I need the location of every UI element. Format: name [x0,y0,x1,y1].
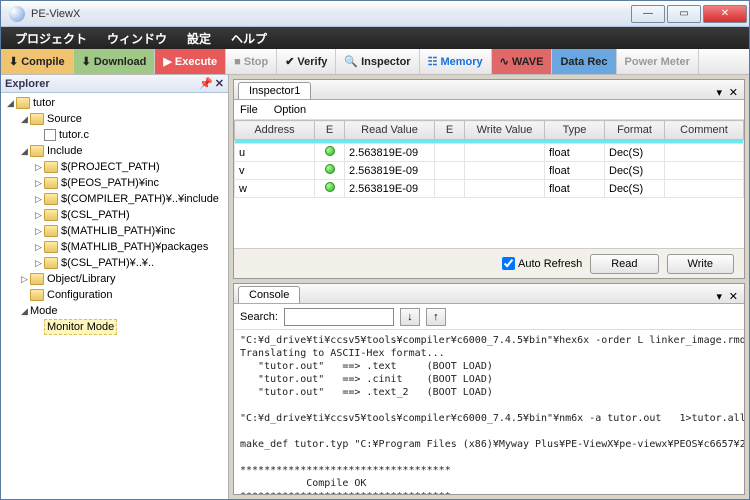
maximize-button[interactable]: ▭ [667,5,701,23]
wave-icon: ∿ [500,55,509,68]
execute-button[interactable]: ▶Execute [155,49,226,74]
tab-console[interactable]: Console [238,286,300,303]
tree-item[interactable]: ◢Include [3,143,226,159]
explorer-tree[interactable]: ◢tutor◢Sourcetutor.c◢Include▷$(PROJECT_P… [1,93,228,499]
datarec-button[interactable]: Data Rec [552,49,616,74]
file-icon [44,129,56,141]
tree-item[interactable]: ▷Object/Library [3,271,226,287]
stop-button[interactable]: ■Stop [226,49,277,74]
menu-settings[interactable]: 設定 [177,26,221,51]
menu-help[interactable]: ヘルプ [221,26,277,51]
folder-icon [44,177,58,189]
folder-icon [30,289,44,301]
status-dot-icon [325,146,335,156]
powermeter-button[interactable]: Power Meter [617,49,699,74]
compile-button[interactable]: ⬇Compile [1,49,74,74]
read-button[interactable]: Read [590,254,658,274]
tree-item[interactable]: ▷$(MATHLIB_PATH)¥inc [3,223,226,239]
folder-icon [44,225,58,237]
search-input[interactable] [284,308,394,326]
folder-icon [44,209,58,221]
dropdown-icon[interactable]: ▾ [716,87,724,99]
tree-item[interactable]: ▷$(COMPILER_PATH)¥..¥include [3,191,226,207]
menu-project[interactable]: プロジェクト [5,26,97,51]
write-button[interactable]: Write [667,254,734,274]
download-button[interactable]: ⬇Download [74,49,156,74]
folder-icon [44,257,58,269]
inspector-panel: Inspector1 ▾ ✕ File Option Address E Rea… [233,79,745,279]
search-down-button[interactable]: ↓ [400,308,420,326]
window-title: PE-ViewX [31,8,629,20]
status-dot-icon [325,182,335,192]
verify-button[interactable]: ✔Verify [277,49,336,74]
inspector-button[interactable]: 🔍Inspector [336,49,419,74]
stop-icon: ■ [234,56,241,68]
tree-item[interactable]: ▷$(MATHLIB_PATH)¥packages [3,239,226,255]
toolbar: ⬇Compile ⬇Download ▶Execute ■Stop ✔Verif… [1,49,749,75]
tree-item[interactable]: ▷$(CSL_PATH)¥..¥.. [3,255,226,271]
menu-window[interactable]: ウィンドウ [97,26,177,51]
tree-item[interactable]: ◢Mode [3,303,226,319]
search-icon: 🔍 [344,55,358,68]
search-label: Search: [240,311,278,323]
close-icon[interactable]: ✕ [215,77,224,90]
download-icon: ⬇ [9,55,18,68]
close-icon[interactable]: ✕ [729,87,740,99]
tree-item[interactable]: ▷$(PROJECT_PATH) [3,159,226,175]
folder-icon [44,241,58,253]
table-row[interactable]: w2.563819E-09floatDec(S) [235,180,744,198]
memory-button[interactable]: ☷Memory [420,49,492,74]
app-icon [9,6,25,22]
folder-icon [30,113,44,125]
table-row[interactable]: v2.563819E-09floatDec(S) [235,162,744,180]
menubar: プロジェクト ウィンドウ 設定 ヘルプ [1,27,749,49]
table-row[interactable]: u2.563819E-09floatDec(S) [235,144,744,162]
folder-icon [44,193,58,205]
auto-refresh-checkbox[interactable]: Auto Refresh [502,257,582,270]
tree-item[interactable]: Configuration [3,287,226,303]
tree-item[interactable]: tutor.c [3,127,226,143]
tab-inspector[interactable]: Inspector1 [238,82,311,99]
tree-item[interactable]: ▷$(CSL_PATH) [3,207,226,223]
explorer-header: Explorer 📌✕ [1,75,228,93]
folder-icon [30,273,44,285]
folder-icon [44,161,58,173]
close-button[interactable]: ✕ [703,5,747,23]
explorer-panel: Explorer 📌✕ ◢tutor◢Sourcetutor.c◢Include… [1,75,229,499]
dropdown-icon[interactable]: ▾ [716,291,724,303]
play-icon: ▶ [163,55,171,68]
status-dot-icon [325,164,335,174]
download-icon: ⬇ [82,55,91,68]
console-output[interactable]: "C:¥d_drive¥ti¥ccsv5¥tools¥compiler¥c600… [234,330,744,494]
tree-item[interactable]: ◢Source [3,111,226,127]
folder-icon [16,97,30,109]
tree-item[interactable]: Monitor Mode [3,319,226,335]
tree-item[interactable]: ◢tutor [3,95,226,111]
titlebar: PE-ViewX — ▭ ✕ [1,1,749,27]
inspector-grid[interactable]: Address E Read Value E Write Value Type … [234,120,744,248]
console-panel: Console ▾ ✕ Search: ↓ ↑ "C:¥d_drive¥ti¥c… [233,283,745,495]
pin-icon[interactable]: 📌 [199,77,213,90]
check-icon: ✔ [285,55,294,68]
inspector-menu-file[interactable]: File [240,104,258,116]
inspector-menu-option[interactable]: Option [274,104,306,116]
search-up-button[interactable]: ↑ [426,308,446,326]
minimize-button[interactable]: — [631,5,665,23]
folder-icon [30,145,44,157]
tree-item[interactable]: ▷$(PEOS_PATH)¥inc [3,175,226,191]
wave-button[interactable]: ∿WAVE [492,49,553,74]
memory-icon: ☷ [428,55,438,68]
close-icon[interactable]: ✕ [729,291,740,303]
